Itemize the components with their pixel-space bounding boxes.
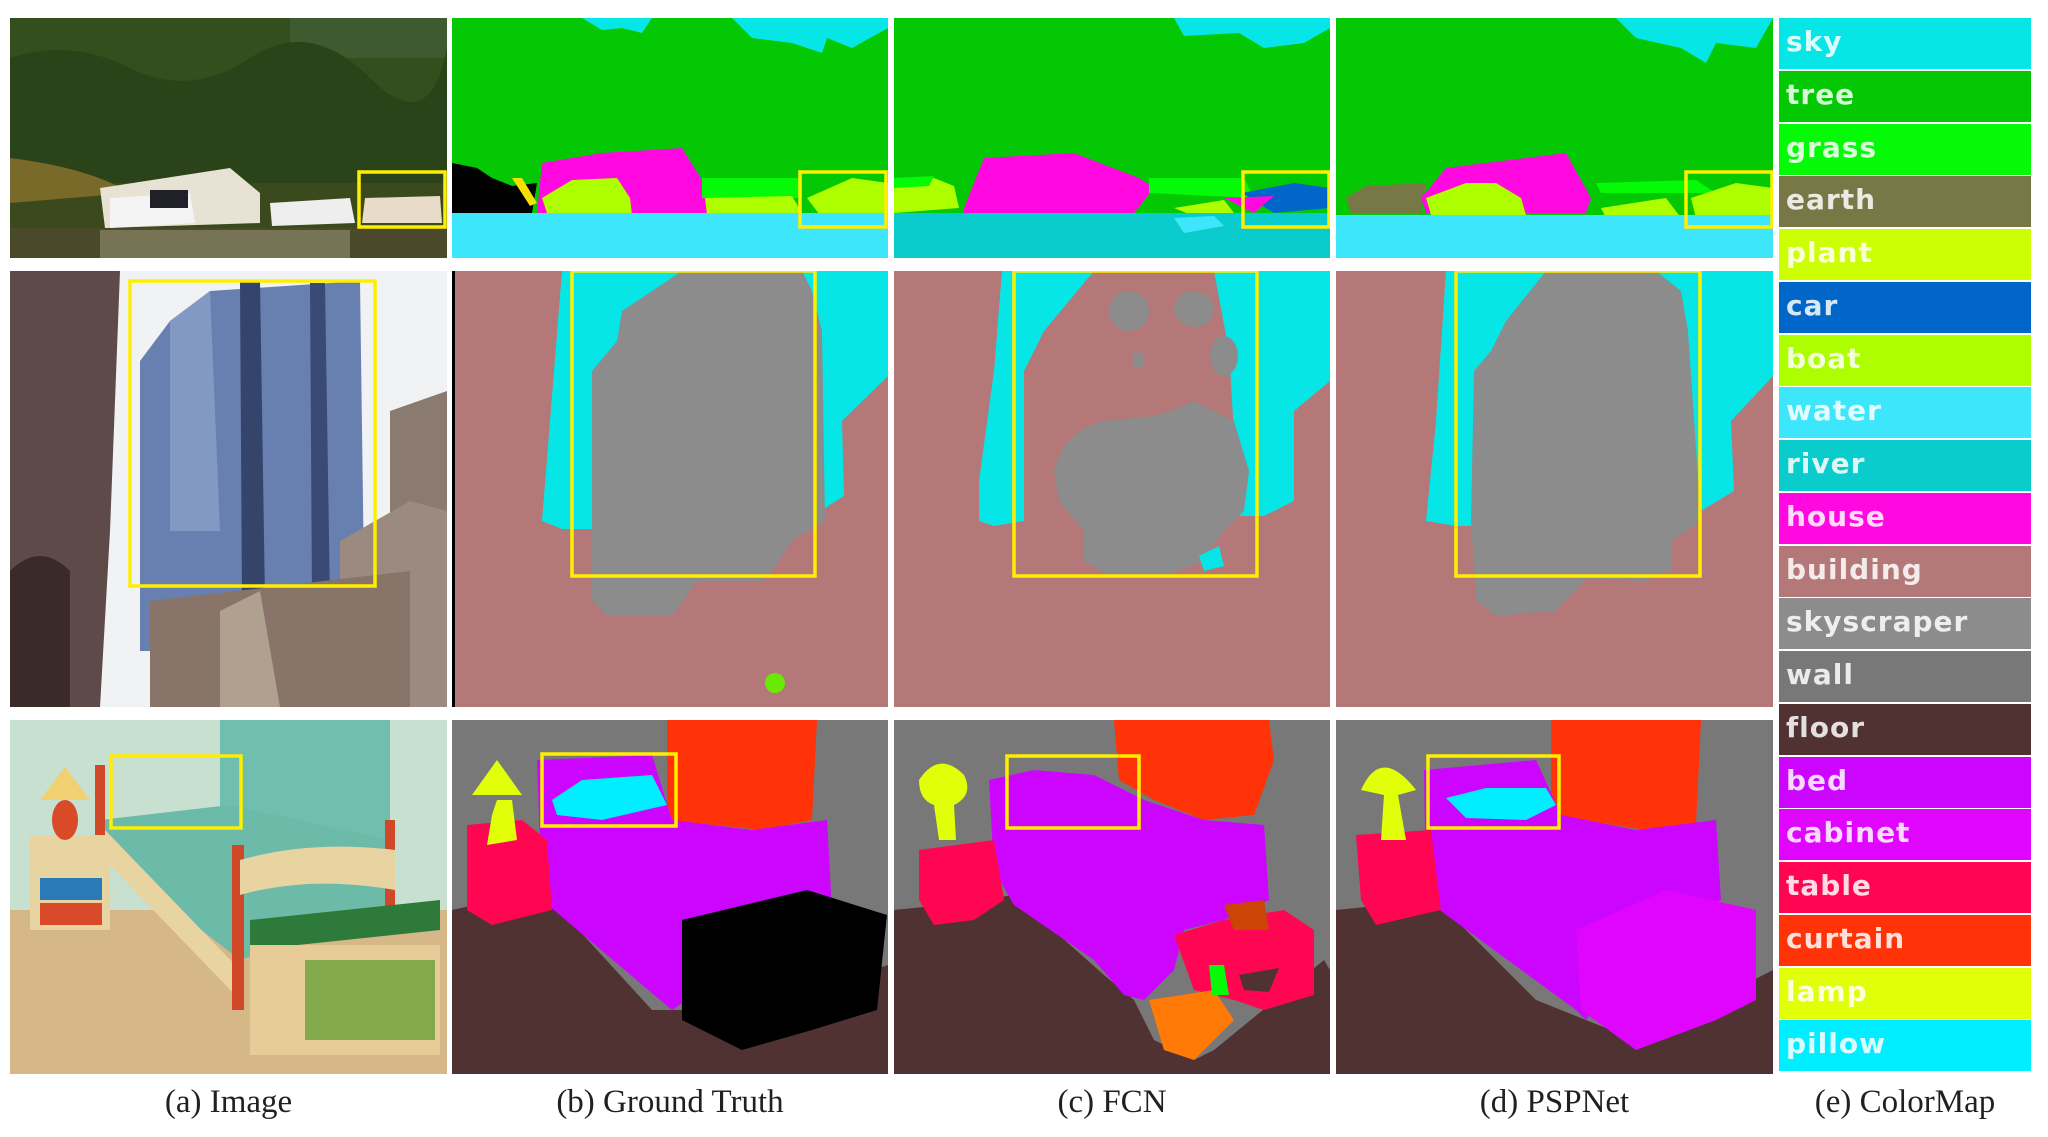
colormap-swatch-tree: tree xyxy=(1779,70,2031,122)
pspnet-segmentation xyxy=(1336,271,1773,707)
row2-pspnet xyxy=(1336,271,1773,707)
colormap-swatch-car: car xyxy=(1779,281,2031,333)
colormap-label: earth xyxy=(1786,183,1877,217)
colormap-swatch-wall: wall xyxy=(1779,651,2031,702)
row2-ground-truth xyxy=(452,271,888,707)
colormap-label: wall xyxy=(1786,658,1854,691)
colormap-label: bed xyxy=(1786,763,1849,797)
caption-colormap: (e) ColorMap xyxy=(1814,1084,1996,1120)
colormap-label: floor xyxy=(1786,710,1866,744)
colormap-label: building xyxy=(1786,552,1923,586)
colormap-swatch-bed: bed xyxy=(1779,756,2031,808)
row2-image xyxy=(10,271,447,707)
row1-image xyxy=(10,18,447,258)
pspnet-segmentation xyxy=(1336,18,1773,258)
colormap-swatch-earth: earth xyxy=(1779,176,2031,228)
row3-fcn xyxy=(894,720,1330,1074)
row3-pspnet xyxy=(1336,720,1773,1074)
colormap-swatch-house: house xyxy=(1779,492,2031,544)
colormap-label: house xyxy=(1786,499,1886,533)
ground-truth-segmentation xyxy=(452,271,888,707)
colormap-swatch-cabinet: cabinet xyxy=(1779,809,2031,861)
colormap-swatch-water: water xyxy=(1779,387,2031,439)
skyscraper-photo xyxy=(10,271,447,707)
colormap-label: river xyxy=(1786,447,1866,480)
bedroom-photo xyxy=(10,720,447,1074)
colormap-swatch-plant: plant xyxy=(1779,229,2031,280)
row1-ground-truth xyxy=(452,18,888,258)
row1-pspnet xyxy=(1336,18,1773,258)
colormap-swatch-river: river xyxy=(1779,440,2031,491)
colormap-swatch-grass: grass xyxy=(1779,123,2031,175)
pspnet-segmentation xyxy=(1336,720,1773,1074)
ground-truth-segmentation xyxy=(452,18,888,258)
colormap-legend: sky tree grass earth plant car boat water river h… xyxy=(1779,18,2031,1073)
fcn-segmentation xyxy=(894,271,1330,707)
colormap-label: curtain xyxy=(1786,921,1906,955)
colormap-label: table xyxy=(1786,869,1872,902)
colormap-swatch-curtain: curtain xyxy=(1779,914,2031,966)
row1-fcn xyxy=(894,18,1330,258)
colormap-label: tree xyxy=(1786,77,1856,111)
colormap-label: boat xyxy=(1786,341,1862,375)
caption-pspnet: (d) PSPNet xyxy=(1479,1084,1630,1120)
fcn-segmentation xyxy=(894,720,1330,1074)
ground-truth-segmentation xyxy=(452,720,888,1074)
caption-image: (a) Image xyxy=(164,1084,293,1120)
caption-fcn: (c) FCN xyxy=(1057,1084,1167,1120)
colormap-label: lamp xyxy=(1786,974,1868,1008)
colormap-label: cabinet xyxy=(1786,816,1911,850)
lake-photo xyxy=(10,18,447,258)
colormap-swatch-table: table xyxy=(1779,862,2031,913)
colormap-swatch-lamp: lamp xyxy=(1779,967,2031,1019)
colormap-label: water xyxy=(1786,394,1882,428)
colormap-label: sky xyxy=(1786,25,1843,58)
colormap-swatch-building: building xyxy=(1779,545,2031,597)
colormap-label: car xyxy=(1786,288,1839,322)
colormap-label: pillow xyxy=(1786,1027,1886,1061)
colormap-label: skyscraper xyxy=(1786,605,1969,639)
colormap-label: plant xyxy=(1786,236,1873,269)
colormap-swatch-floor: floor xyxy=(1779,703,2031,755)
row2-fcn xyxy=(894,271,1330,707)
colormap-swatch-pillow: pillow xyxy=(1779,1020,2031,1072)
fcn-segmentation xyxy=(894,18,1330,258)
colormap-swatch-skyscraper: skyscraper xyxy=(1779,598,2031,650)
row3-image xyxy=(10,720,447,1074)
colormap-swatch-boat: boat xyxy=(1779,334,2031,386)
caption-ground-truth: (b) Ground Truth xyxy=(556,1084,784,1120)
colormap-swatch-sky: sky xyxy=(1779,18,2031,69)
row3-ground-truth xyxy=(452,720,888,1074)
colormap-label: grass xyxy=(1786,130,1878,164)
